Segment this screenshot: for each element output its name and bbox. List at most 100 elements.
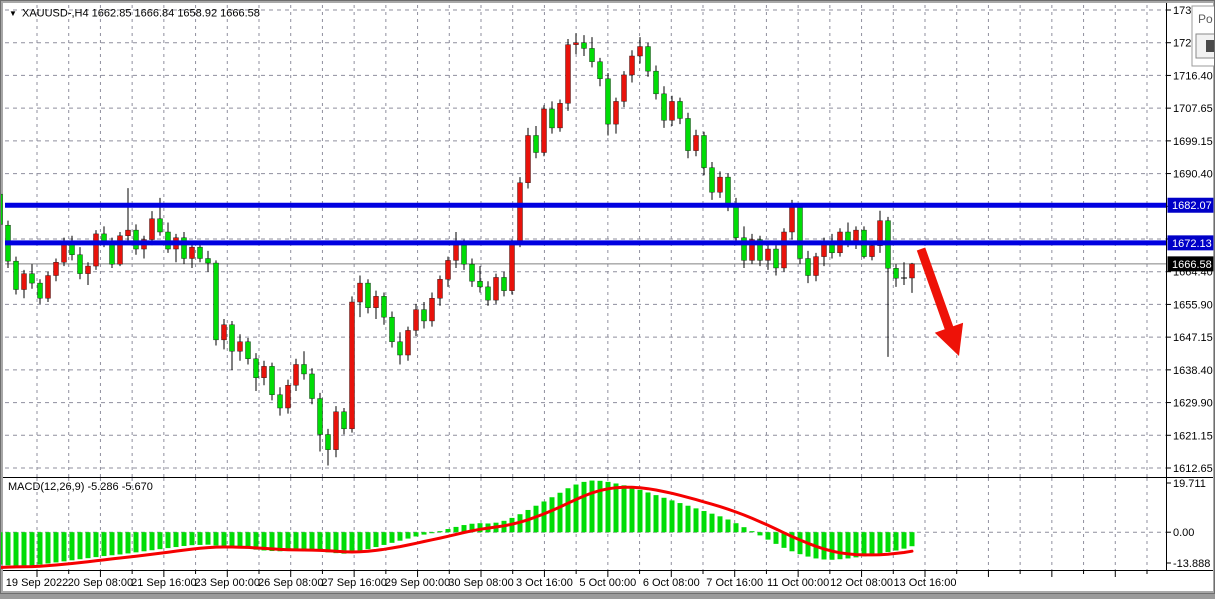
candle-body — [302, 364, 307, 373]
candle-body — [518, 183, 523, 244]
candle-body — [310, 374, 315, 399]
price-axis-label: 1647.15 — [1173, 332, 1213, 344]
candle-body — [606, 79, 611, 124]
candle-body — [662, 94, 667, 120]
candle-body — [262, 366, 267, 377]
candle-body — [782, 232, 787, 268]
candle-body — [558, 103, 563, 128]
candle-body — [814, 257, 819, 276]
time-axis-label: 3 Oct 16:00 — [516, 577, 573, 589]
macd-histogram-bar — [630, 487, 635, 532]
macd-histogram-bar — [310, 532, 315, 550]
candle-body — [486, 287, 491, 300]
candle-body — [686, 118, 691, 150]
candle-body — [470, 264, 475, 281]
candle-body — [350, 302, 355, 429]
macd-histogram-bar — [750, 531, 755, 532]
time-axis-label: 29 Sep 00:00 — [385, 577, 450, 589]
macd-histogram-bar — [702, 511, 707, 532]
macd-histogram-bar — [110, 532, 115, 555]
macd-histogram-bar — [774, 532, 779, 544]
macd-histogram-bar — [758, 532, 763, 535]
time-axis-label: 26 Sep 08:00 — [258, 577, 323, 589]
macd-histogram-bar — [558, 493, 563, 532]
chart-canvas[interactable]: 1733.651724.901716.401707.651699.151690.… — [0, 0, 1215, 594]
candle-body — [654, 71, 659, 94]
candle-body — [230, 325, 235, 351]
price-axis-label: 1699.15 — [1173, 136, 1213, 148]
macd-histogram-bar — [430, 532, 435, 533]
macd-histogram-bar — [46, 532, 51, 563]
candle-body — [614, 101, 619, 124]
macd-histogram-bar — [582, 482, 587, 532]
candle-body — [870, 246, 875, 257]
macd-histogram-bar — [870, 532, 875, 555]
macd-histogram-bar — [214, 532, 219, 545]
price-axis-label: 1612.65 — [1173, 463, 1213, 475]
macd-histogram-bar — [862, 532, 867, 556]
candle-body — [38, 283, 43, 298]
symbol-expand-icon[interactable]: ▼ — [9, 9, 17, 18]
macd-histogram-bar — [438, 531, 443, 532]
candle-body — [198, 247, 203, 258]
macd-histogram-bar — [878, 532, 883, 553]
candle-body — [846, 232, 851, 241]
macd-histogram-bar — [742, 527, 747, 532]
candle-body — [622, 75, 627, 101]
time-axis-label: 7 Oct 16:00 — [706, 577, 763, 589]
macd-histogram-bar — [222, 532, 227, 546]
time-axis-label: 13 Oct 16:00 — [893, 577, 956, 589]
candle-body — [510, 243, 515, 290]
candle-body — [478, 281, 483, 287]
macd-histogram-bar — [30, 532, 35, 565]
candle-body — [110, 243, 115, 264]
macd-histogram-bar — [542, 501, 547, 532]
macd-histogram-bar — [406, 532, 411, 538]
candle-body — [502, 277, 507, 290]
macd-histogram-bar — [318, 532, 323, 551]
macd-axis-label: 0.00 — [1173, 527, 1194, 539]
macd-histogram-bar — [350, 532, 355, 553]
macd-histogram-bar — [182, 532, 187, 546]
price-axis-label: 1690.40 — [1173, 169, 1213, 181]
candle-body — [494, 277, 499, 300]
macd-histogram-bar — [566, 488, 571, 532]
candle-body — [798, 207, 803, 258]
candle-body — [734, 204, 739, 238]
macd-histogram-bar — [54, 532, 59, 562]
candle-body — [454, 245, 459, 260]
price-axis-label: 1621.15 — [1173, 430, 1213, 442]
candle-body — [446, 260, 451, 279]
candle-body — [238, 342, 243, 351]
time-axis-label: 19 Sep 2022 — [6, 577, 68, 589]
popup-partial-text: Po — [1198, 12, 1213, 26]
macd-histogram-bar — [230, 532, 235, 547]
macd-histogram-bar — [678, 503, 683, 532]
candle-body — [790, 207, 795, 232]
macd-histogram-bar — [198, 532, 203, 545]
macd-histogram-bar — [454, 527, 459, 532]
candle-body — [702, 135, 707, 167]
macd-histogram-bar — [238, 532, 243, 548]
candle-body — [206, 258, 211, 263]
macd-histogram-bar — [70, 532, 75, 560]
candle-body — [270, 366, 275, 394]
macd-histogram-bar — [118, 532, 123, 554]
candle-body — [294, 364, 299, 385]
candle-body — [646, 47, 651, 72]
candle-body — [598, 62, 603, 79]
macd-histogram-bar — [94, 532, 99, 557]
candle-body — [390, 317, 395, 342]
time-axis-label: 5 Oct 00:00 — [579, 577, 636, 589]
candle-body — [118, 236, 123, 264]
chart-title: XAUUSD-,H4 1662.85 1666.84 1658.92 1666.… — [22, 8, 260, 20]
macd-histogram-bar — [710, 514, 715, 533]
macd-histogram-bar — [622, 485, 627, 532]
macd-histogram-bar — [614, 483, 619, 532]
chart-window: 1733.651724.901716.401707.651699.151690.… — [0, 0, 1215, 594]
candle-body — [406, 330, 411, 355]
price-axis-label: 1716.40 — [1173, 70, 1213, 82]
candle-body — [534, 135, 539, 152]
candle-body — [54, 262, 59, 275]
candle-body — [566, 45, 571, 104]
